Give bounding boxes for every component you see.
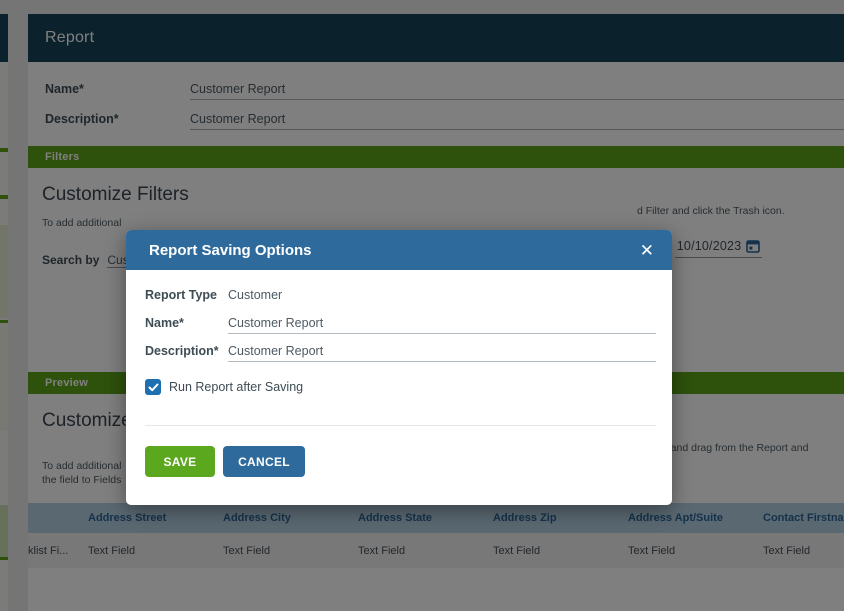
- run-report-checkbox[interactable]: [145, 379, 161, 395]
- modal-description-label: Description*: [145, 344, 228, 358]
- modal-name-label: Name*: [145, 316, 228, 330]
- page: Report Name* Description* Filters Custom…: [0, 0, 844, 611]
- modal-name-row: Name*: [145, 312, 656, 334]
- report-saving-options-modal: Report Saving Options ✕ Report Type Cust…: [126, 230, 672, 505]
- modal-description-row: Description*: [145, 340, 656, 362]
- modal-title: Report Saving Options: [149, 242, 640, 259]
- modal-description-input[interactable]: [228, 341, 656, 362]
- report-type-row: Report Type Customer: [145, 284, 656, 306]
- modal-header: Report Saving Options ✕: [126, 230, 672, 270]
- run-report-checkbox-row: Run Report after Saving: [145, 379, 656, 395]
- close-icon[interactable]: ✕: [640, 242, 654, 259]
- check-icon: [148, 382, 159, 393]
- report-type-value: Customer: [228, 288, 282, 302]
- report-type-label: Report Type: [145, 288, 228, 302]
- cancel-button[interactable]: CANCEL: [223, 446, 305, 477]
- modal-button-row: SAVE CANCEL: [145, 426, 656, 477]
- run-report-checkbox-label: Run Report after Saving: [169, 380, 303, 394]
- save-button[interactable]: SAVE: [145, 446, 215, 477]
- modal-body: Report Type Customer Name* Description* …: [126, 270, 672, 477]
- modal-name-input[interactable]: [228, 313, 656, 334]
